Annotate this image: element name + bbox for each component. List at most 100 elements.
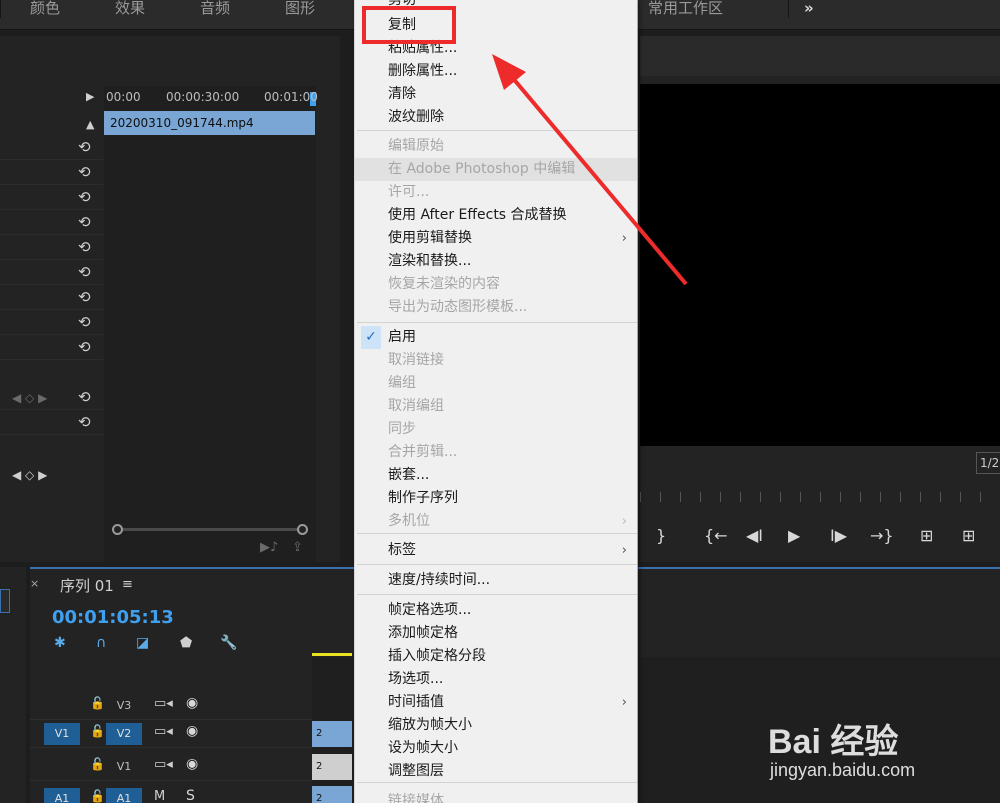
effect-property-row[interactable]: ⟲ [0, 336, 103, 360]
sync-lock-icon[interactable]: ▭◂ [154, 696, 173, 711]
step-forward-icon[interactable]: I▶ [830, 526, 847, 545]
clip-bar[interactable]: 20200310_091744.mp4 [104, 111, 315, 135]
scroll-handle-left[interactable] [112, 524, 123, 535]
menu-item[interactable]: 取消编组 [355, 395, 637, 418]
reset-icon[interactable]: ⟲ [78, 163, 91, 181]
play-icon[interactable]: ▶ [788, 526, 800, 545]
workspace-tab[interactable]: 音频 [200, 0, 230, 18]
resolution-select[interactable]: 1/2 [976, 452, 1000, 474]
timeline-clip[interactable]: 2 [312, 786, 352, 803]
workspace-tab[interactable]: 颜色 [30, 0, 60, 18]
track-header[interactable]: V1 🔓 V2 ▭◂ ◉ [30, 720, 312, 748]
source-target-toggle[interactable] [44, 756, 80, 778]
eye-icon[interactable]: ◉ [186, 695, 198, 711]
menu-item[interactable]: 制作子序列 [355, 487, 637, 510]
ec-zoom-scrollbar[interactable] [112, 524, 308, 535]
export-icon[interactable]: ⇪ [292, 540, 303, 555]
mute-icon[interactable]: M [154, 789, 165, 803]
menu-item[interactable]: 合并剪辑... [355, 441, 637, 464]
sequence-tab[interactable]: 序列 01 [60, 575, 114, 596]
nest-toggle-icon[interactable]: ✱ [54, 635, 66, 651]
effect-property-row[interactable]: ⟲ [0, 161, 103, 185]
effect-property-row[interactable]: ⟲ [0, 211, 103, 235]
menu-item[interactable]: 帧定格选项... [355, 599, 637, 622]
reset-icon[interactable]: ⟲ [78, 213, 91, 231]
track-header[interactable]: A1 🔓 A1 M S [30, 785, 312, 803]
settings-wrench-icon[interactable]: 🔧 [220, 635, 237, 651]
menu-item[interactable]: 缩放为帧大小 [355, 714, 637, 737]
timecode-display[interactable]: 00:01:05:13 [52, 607, 174, 628]
mark-out-icon[interactable]: } [656, 526, 666, 545]
lock-icon[interactable]: 🔓 [90, 757, 105, 771]
track-header[interactable]: 🔓 V3 ▭◂ ◉ [30, 692, 312, 720]
effect-property-row[interactable]: ⟲ [0, 311, 103, 335]
menu-item[interactable]: 导出为动态图形模板... [355, 296, 637, 319]
scroll-handle-right[interactable] [297, 524, 308, 535]
reset-icon[interactable]: ⟲ [78, 238, 91, 256]
track-header[interactable]: 🔓 V1 ▭◂ ◉ [30, 753, 312, 781]
lock-icon[interactable]: 🔓 [90, 724, 105, 738]
keyframe-nav-icon[interactable]: ◀ ◇ ▶ [12, 468, 47, 482]
workspace-tab[interactable]: 图形 [285, 0, 315, 18]
menu-item[interactable]: 速度/持续时间... [355, 569, 637, 592]
add-marker-icon[interactable]: ⬟ [180, 635, 192, 651]
go-to-out-icon[interactable]: →} [870, 526, 894, 545]
effect-property-row[interactable]: ⟲ [0, 411, 103, 435]
lock-icon[interactable]: 🔓 [90, 696, 105, 710]
reset-icon[interactable]: ⟲ [78, 338, 91, 356]
eye-icon[interactable]: ◉ [186, 756, 198, 772]
go-to-in-icon[interactable]: {← [704, 526, 728, 545]
timeline-clip[interactable]: 2 [312, 721, 352, 747]
sync-lock-icon[interactable]: ▭◂ [154, 757, 173, 772]
effect-property-row[interactable]: ⟲ [0, 286, 103, 310]
reset-icon[interactable]: ⟲ [78, 313, 91, 331]
source-target-toggle[interactable]: V1 [44, 723, 80, 745]
lift-icon[interactable]: ⊞ [920, 526, 933, 545]
menu-item[interactable]: 添加帧定格 [355, 622, 637, 645]
menu-item[interactable]: 嵌套... [355, 464, 637, 487]
menu-item[interactable]: 取消链接 [355, 349, 637, 372]
reset-icon[interactable]: ⟲ [78, 388, 91, 406]
expand-icon[interactable]: ▶ [86, 90, 94, 103]
step-back-icon[interactable]: ◀I [746, 526, 763, 545]
menu-item[interactable]: 多机位 › [355, 510, 637, 533]
menu-item[interactable]: 设为帧大小 [355, 737, 637, 760]
workspace-tab[interactable]: 效果 [115, 0, 145, 18]
audio-icon[interactable]: ▶♪ [260, 540, 278, 555]
solo-icon[interactable]: S [186, 788, 195, 803]
menu-item[interactable]: 插入帧定格分段 [355, 645, 637, 668]
menu-item[interactable]: 编组 [355, 372, 637, 395]
menu-item[interactable]: 时间插值 › [355, 691, 637, 714]
effect-property-row[interactable]: ⟲ [0, 236, 103, 260]
reset-icon[interactable]: ⟲ [78, 288, 91, 306]
track-name[interactable]: A1 [106, 788, 142, 803]
timeline-clip[interactable]: 2 [312, 754, 352, 780]
menu-item[interactable]: 调整图层 [355, 760, 637, 783]
eye-icon[interactable]: ◉ [186, 723, 198, 739]
effect-property-row[interactable]: ⟲ [0, 136, 103, 160]
panel-menu-icon[interactable]: ≡ [122, 577, 133, 592]
source-target-toggle[interactable]: A1 [44, 788, 80, 803]
menu-item[interactable]: 场选项... [355, 668, 637, 691]
track-name[interactable]: V1 [106, 756, 142, 778]
workspace-more-icon[interactable]: » [804, 0, 814, 18]
menu-item[interactable]: 标签 › [355, 539, 637, 562]
effect-property-row[interactable]: ⟲ [0, 261, 103, 285]
effect-property-row[interactable]: ⟲ [0, 186, 103, 210]
menu-item[interactable]: 启用 ✓ [355, 326, 637, 349]
reset-icon[interactable]: ⟲ [78, 413, 91, 431]
work-area-bar[interactable] [312, 653, 352, 656]
lock-icon[interactable]: 🔓 [90, 789, 105, 803]
workspace-tab-common[interactable]: 常用工作区 [648, 0, 723, 18]
collapse-icon[interactable]: ▲ [86, 118, 94, 131]
track-name[interactable]: V2 [106, 723, 142, 745]
sync-lock-icon[interactable]: ▭◂ [154, 724, 173, 739]
track-name[interactable]: V3 [106, 695, 142, 717]
linked-selection-icon[interactable]: ◪ [136, 635, 149, 651]
monitor-time-ruler[interactable] [640, 492, 1000, 502]
close-icon[interactable]: × [30, 577, 39, 590]
menu-item[interactable]: 链接媒体 [355, 790, 637, 803]
source-target-toggle[interactable] [44, 695, 80, 717]
extract-icon[interactable]: ⊞ [962, 526, 975, 545]
reset-icon[interactable]: ⟲ [78, 138, 91, 156]
